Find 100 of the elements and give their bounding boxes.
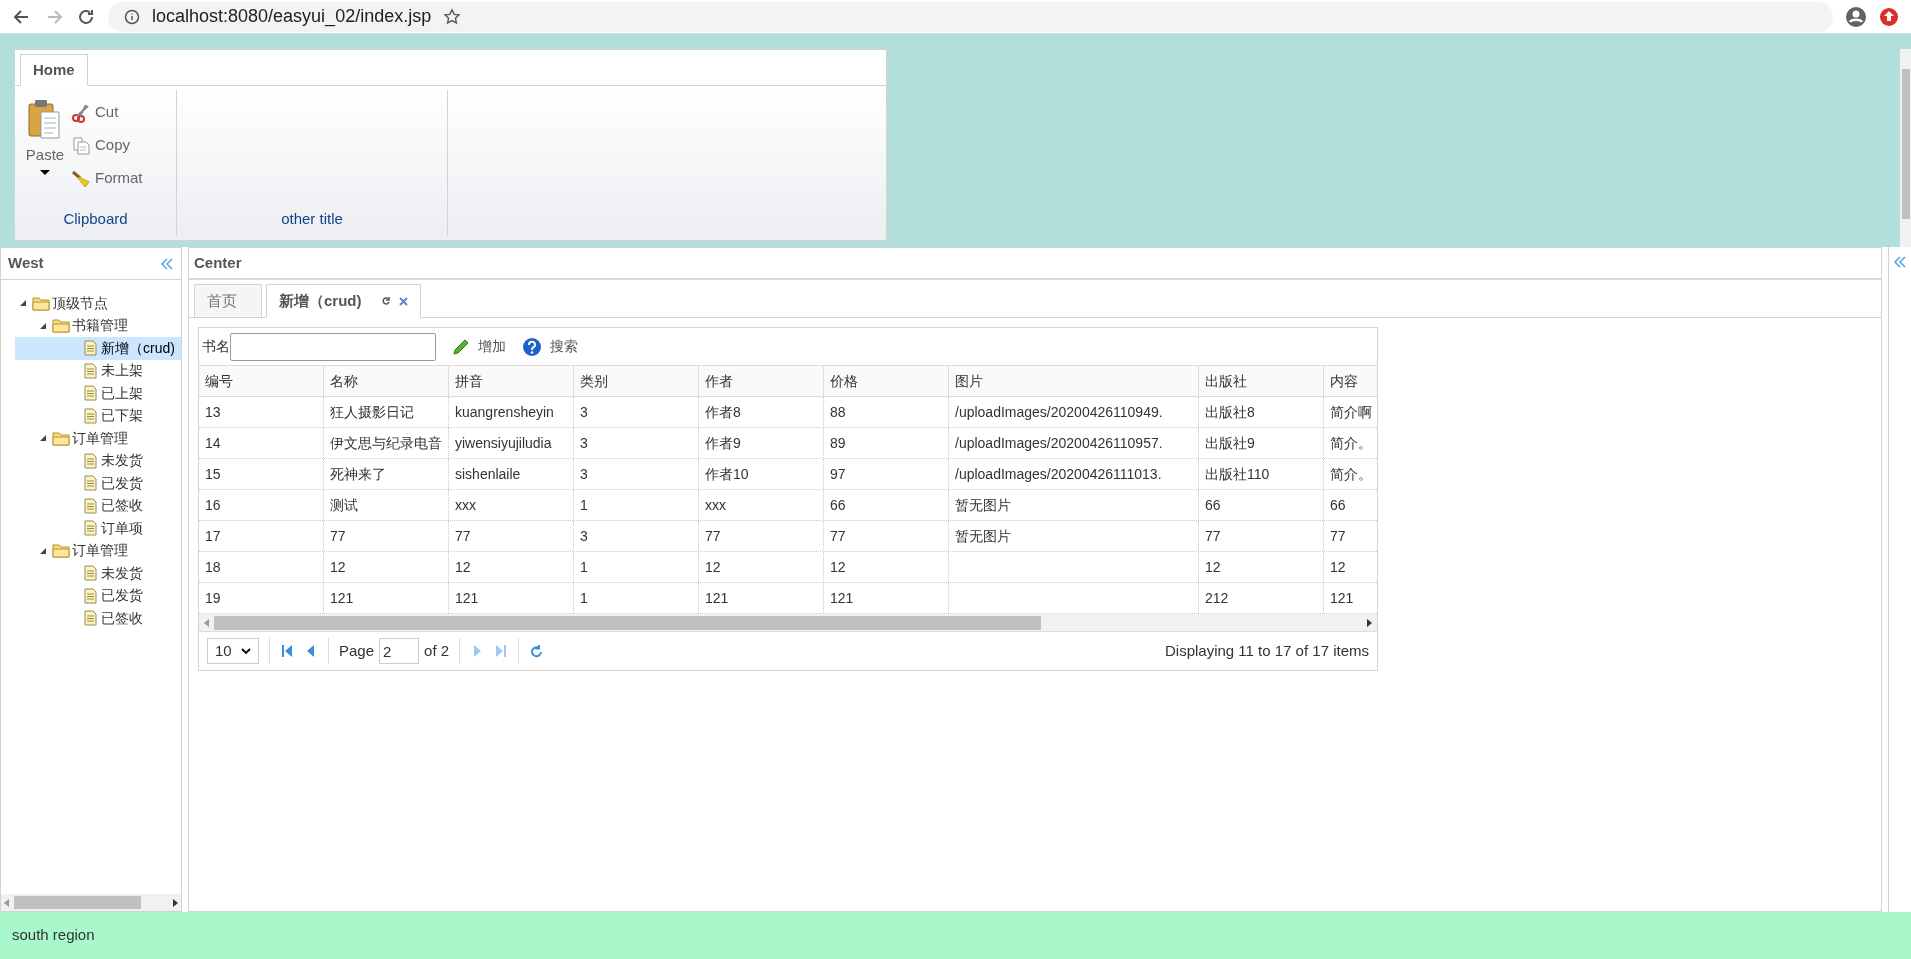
- table-cell-text: 1: [580, 557, 588, 577]
- expand-icon[interactable]: [1893, 255, 1907, 269]
- table-cell-text: 19: [205, 588, 221, 608]
- tree-node[interactable]: 已签收: [15, 494, 181, 517]
- book-name-field[interactable]: [230, 332, 436, 361]
- table-cell-text: xxx: [705, 495, 726, 515]
- table-cell-text: 12: [1330, 557, 1346, 577]
- tree-node[interactable]: 未发货: [15, 562, 181, 585]
- table-cell-text: 1: [580, 495, 588, 515]
- table-cell-text: 66: [1330, 495, 1346, 515]
- paste-button[interactable]: Paste: [23, 98, 67, 208]
- table-cell-text: xxx: [455, 495, 476, 515]
- table-cell-text: 77: [830, 526, 846, 546]
- folder-icon: [52, 318, 70, 334]
- clipboard-icon: [27, 98, 63, 140]
- tab[interactable]: 首页: [194, 284, 262, 318]
- panel-title: Center: [194, 252, 242, 273]
- address-bar[interactable]: localhost:8080/easyui_02/index.jsp: [108, 1, 1833, 32]
- document-icon: [84, 565, 97, 582]
- page-size-select[interactable]: 10: [207, 638, 259, 664]
- document-icon: [84, 362, 97, 379]
- first-page-icon[interactable]: [280, 644, 294, 658]
- column-header[interactable]: 出版社: [1199, 366, 1324, 396]
- scissors-icon: [71, 102, 91, 123]
- expand-arrow-icon[interactable]: [39, 434, 47, 443]
- close-icon[interactable]: [398, 296, 408, 306]
- table-cell-text: 13: [205, 402, 221, 422]
- document-icon: [84, 610, 97, 627]
- column-header[interactable]: 图片: [949, 366, 1199, 396]
- ribbon-button[interactable]: Format: [71, 164, 143, 193]
- page-number-field[interactable]: 2: [379, 638, 420, 664]
- tab[interactable]: 新增（crud): [266, 284, 421, 318]
- copy-icon: [71, 135, 91, 156]
- table-cell-text: 1: [580, 588, 588, 608]
- folder-icon: [52, 430, 70, 446]
- table-cell-text: 3: [580, 402, 588, 422]
- tree-node[interactable]: 已发货: [15, 472, 181, 495]
- horizontal-scrollbar[interactable]: [1, 894, 181, 911]
- group-title: Clipboard: [62, 209, 129, 229]
- table-cell-text: 12: [830, 557, 846, 577]
- tree-node[interactable]: 已发货: [15, 584, 181, 607]
- tree-node[interactable]: 已签收: [15, 607, 181, 630]
- tree-node[interactable]: 已下架: [15, 404, 181, 427]
- refresh-icon[interactable]: [381, 296, 391, 306]
- column-header[interactable]: 拼音: [449, 366, 574, 396]
- table-cell-text: sishenlaile: [455, 464, 521, 484]
- update-icon[interactable]: [1879, 6, 1899, 27]
- column-header[interactable]: 价格: [824, 366, 949, 396]
- panel-title: West: [8, 253, 44, 274]
- toolbar-button[interactable]: 搜索: [518, 336, 582, 357]
- brush-icon: [71, 168, 91, 189]
- document-icon: [84, 587, 97, 604]
- tree-node[interactable]: 书籍管理: [15, 314, 181, 337]
- table-cell-text: 12: [455, 557, 471, 577]
- table-cell-text: 121: [830, 588, 854, 608]
- toolbar-button[interactable]: 增加: [448, 336, 510, 357]
- expand-arrow-icon[interactable]: [39, 546, 47, 555]
- column-header[interactable]: 编号: [199, 366, 324, 396]
- table-cell-text: 212: [1205, 588, 1229, 608]
- column-header[interactable]: 内容: [1324, 366, 1377, 396]
- tree-node[interactable]: 已上架: [15, 382, 181, 405]
- tree-node[interactable]: 新增（crud): [15, 337, 181, 360]
- table-cell-text: 死神来了: [330, 464, 386, 484]
- horizontal-scrollbar[interactable]: [199, 614, 1377, 632]
- table-cell-text: 17: [205, 526, 221, 546]
- south-text: south region: [12, 925, 95, 946]
- table-cell-text: 121: [330, 588, 354, 608]
- tree-node[interactable]: 订单管理: [15, 539, 181, 562]
- table-cell-text: 121: [705, 588, 729, 608]
- help-icon: [522, 336, 542, 357]
- table-cell-text: 狂人摄影日记: [330, 402, 414, 422]
- pager-info: Displaying 11 to 17 of 17 items: [1165, 640, 1369, 661]
- tree-node[interactable]: 未发货: [15, 449, 181, 472]
- column-header[interactable]: 名称: [324, 366, 449, 396]
- ribbon-button[interactable]: Copy: [71, 131, 143, 160]
- table-cell-text: 出版社8: [1205, 402, 1255, 422]
- ribbon-button[interactable]: Cut: [71, 98, 143, 127]
- column-header[interactable]: 类别: [574, 366, 699, 396]
- document-icon: [84, 385, 97, 402]
- tree-node[interactable]: 订单项: [15, 517, 181, 540]
- vertical-scrollbar[interactable]: [1900, 49, 1911, 247]
- pencil-icon: [452, 337, 470, 356]
- account-icon[interactable]: [1845, 5, 1867, 28]
- refresh-icon[interactable]: [529, 643, 545, 659]
- expand-arrow-icon[interactable]: [19, 299, 27, 308]
- tree-node[interactable]: 未上架: [15, 359, 181, 382]
- table-cell-text: kuangrensheyin: [455, 402, 554, 422]
- star-icon[interactable]: [443, 7, 462, 26]
- column-header[interactable]: 作者: [699, 366, 824, 396]
- ribbon-tab[interactable]: Home: [20, 54, 88, 86]
- last-page-icon[interactable]: [494, 644, 509, 658]
- page-count: of 2: [424, 640, 450, 661]
- table-cell-text: 12: [330, 557, 346, 577]
- tree-node[interactable]: 顶级节点: [15, 292, 181, 315]
- table-cell-text: 66: [1205, 495, 1221, 515]
- table-cell-text: 简介啊: [1330, 402, 1372, 422]
- table-cell-text: 77: [1205, 526, 1221, 546]
- collapse-icon[interactable]: [160, 256, 174, 271]
- tree-node[interactable]: 订单管理: [15, 427, 181, 450]
- expand-arrow-icon[interactable]: [39, 321, 47, 330]
